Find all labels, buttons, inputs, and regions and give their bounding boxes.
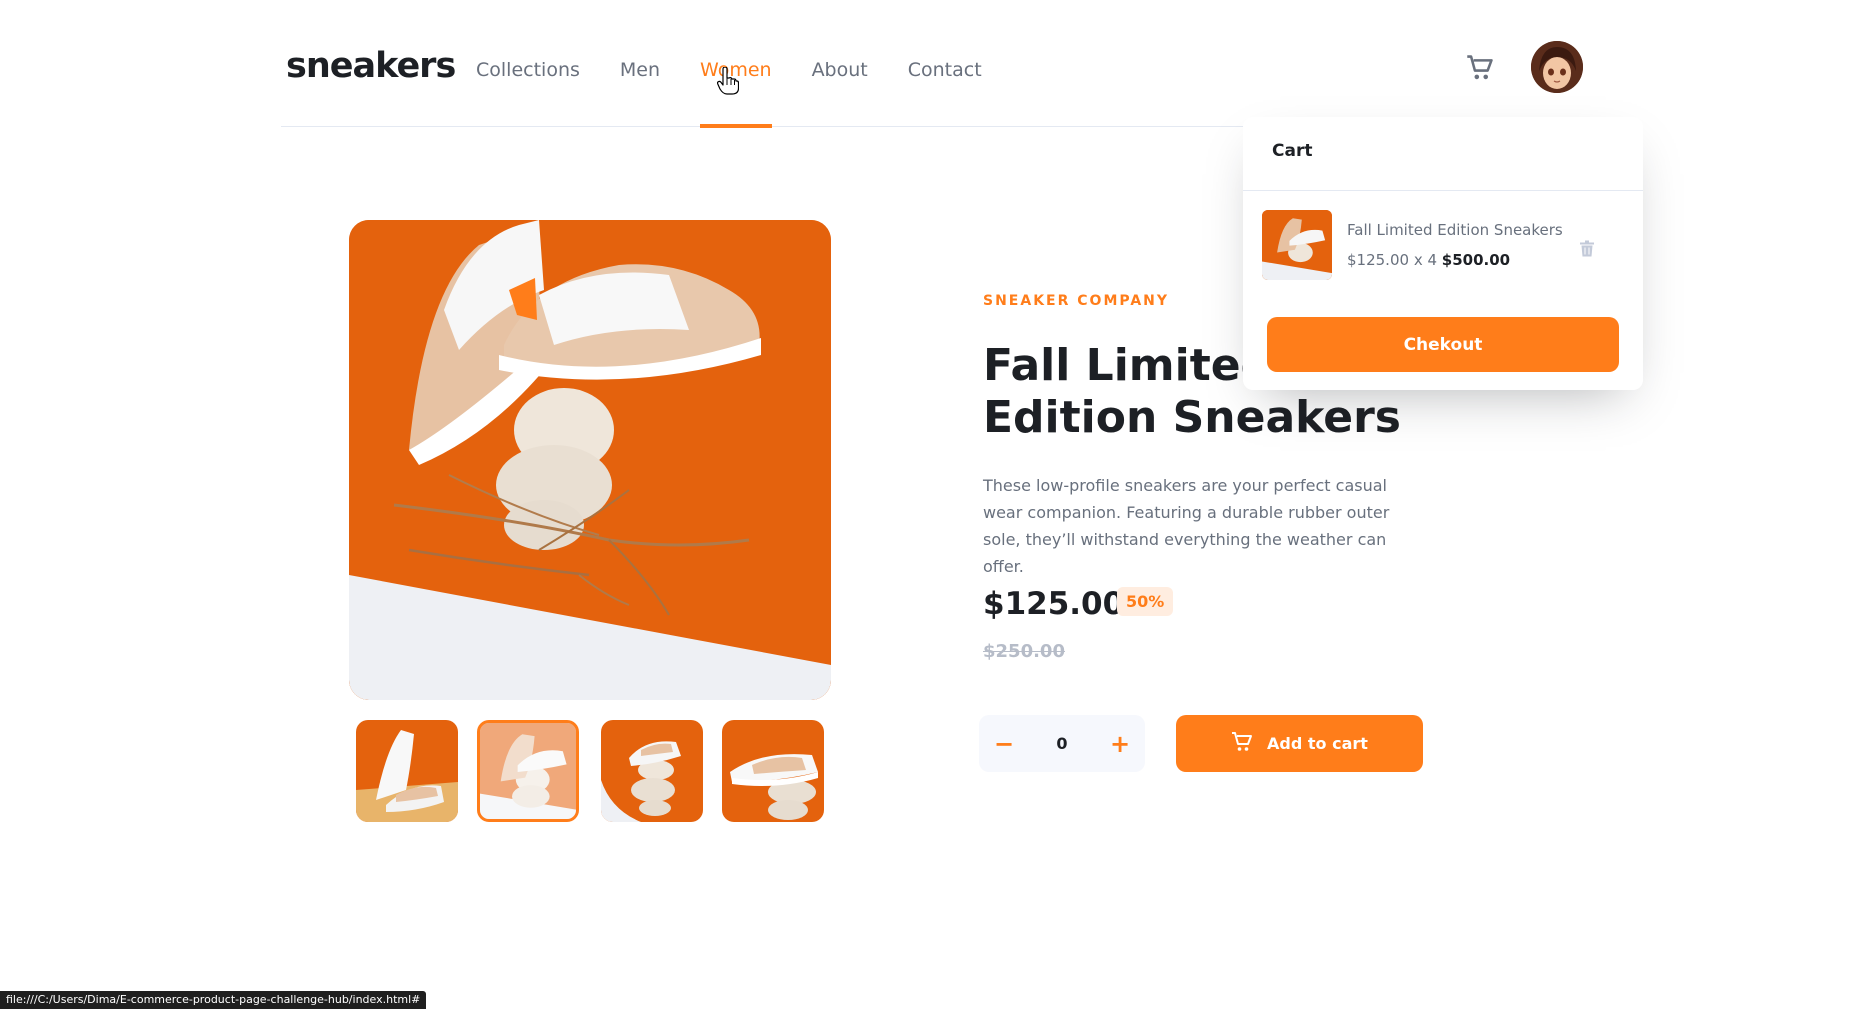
product-price: $125.00 <box>983 586 1125 622</box>
cart-divider <box>1243 190 1643 191</box>
cart-dropdown: Cart Fall Limited Edition Sneakers $125.… <box>1243 117 1643 390</box>
main-nav: Collections Men Women About Contact <box>476 0 1022 128</box>
site-header: sneakers Collections Men Women About Con… <box>281 0 1583 128</box>
discount-badge: 50% <box>1117 587 1174 616</box>
cart-item-multiplier: x 4 <box>1413 251 1438 269</box>
quantity-value: 0 <box>1056 734 1068 753</box>
original-price: $250.00 <box>983 641 1065 662</box>
product-company: SNEAKER COMPANY <box>983 293 1170 309</box>
cart-icon <box>1231 731 1253 756</box>
thumbnail-strip <box>356 720 824 823</box>
browser-status-bar: file:///C:/Users/Dima/E-commerce-product… <box>0 991 427 1009</box>
product-main-image[interactable] <box>349 220 831 700</box>
nav-item-about[interactable]: About <box>812 0 868 127</box>
thumbnail-2[interactable] <box>477 720 579 822</box>
hand-cursor-icon <box>716 66 740 95</box>
quantity-decrement-button[interactable]: − <box>979 715 1029 772</box>
cart-title: Cart <box>1272 141 1313 161</box>
logo[interactable]: sneakers <box>286 46 456 86</box>
nav-item-women[interactable]: Women <box>700 0 772 128</box>
checkout-button[interactable]: Chekout <box>1267 317 1619 372</box>
cart-icon[interactable] <box>1466 55 1494 81</box>
nav-item-men[interactable]: Men <box>620 0 660 127</box>
cart-item-total: $500.00 <box>1441 251 1511 269</box>
thumbnail-1[interactable] <box>356 720 458 822</box>
trash-icon[interactable] <box>1580 240 1594 257</box>
avatar[interactable] <box>1531 41 1583 93</box>
quantity-increment-button[interactable]: + <box>1095 715 1145 772</box>
thumbnail-4[interactable] <box>722 720 824 822</box>
quantity-stepper: − 0 + <box>979 715 1145 772</box>
nav-item-collections[interactable]: Collections <box>476 0 580 127</box>
thumbnail-3[interactable] <box>601 720 703 822</box>
nav-item-contact[interactable]: Contact <box>908 0 982 127</box>
add-to-cart-button[interactable]: Add to cart <box>1176 715 1423 772</box>
cart-item-thumbnail <box>1262 210 1332 280</box>
cart-item-unit-price: $125.00 <box>1347 251 1410 269</box>
cart-item-price-line: $125.00 x 4 $500.00 <box>1347 251 1510 269</box>
cart-item-name: Fall Limited Edition Sneakers <box>1347 221 1563 239</box>
product-description: These low-profile sneakers are your perf… <box>983 476 1390 576</box>
add-to-cart-label: Add to cart <box>1267 734 1368 753</box>
